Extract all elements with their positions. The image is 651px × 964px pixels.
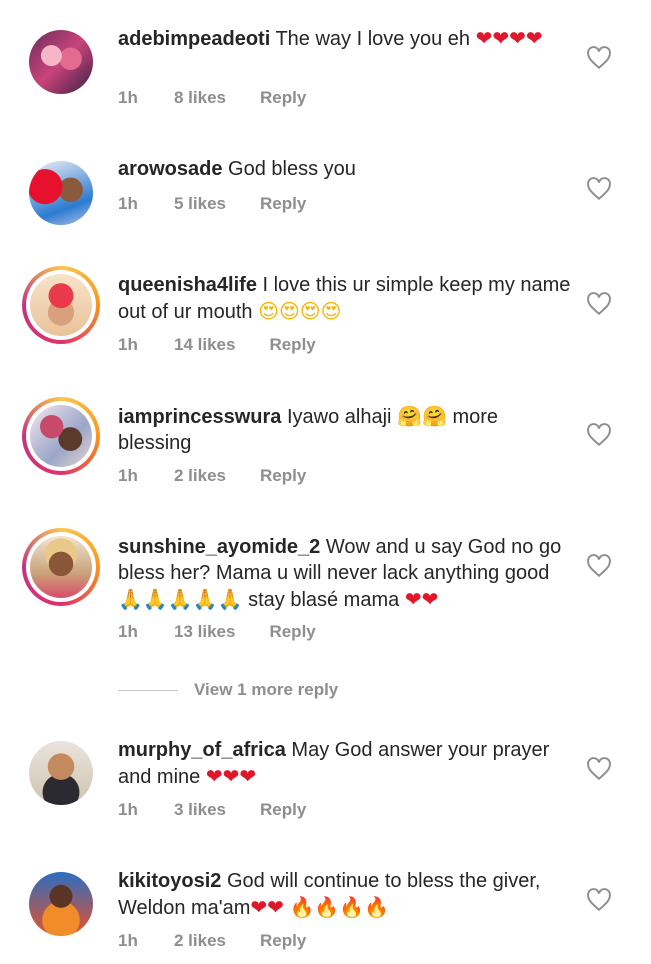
comment-emoji: 🙏🙏🙏🙏🙏 <box>118 587 243 611</box>
comment-username[interactable]: kikitoyosi2 <box>118 870 221 892</box>
comment-likes[interactable]: 13 likes <box>174 622 235 642</box>
heart-outline-icon[interactable] <box>586 888 612 912</box>
avatar[interactable] <box>29 872 93 936</box>
comment-meta: 1h 3 likes Reply <box>118 800 306 820</box>
comment-body: The way I love you eh <box>275 28 471 50</box>
reply-button[interactable]: Reply <box>260 800 306 820</box>
comment-time: 1h <box>118 466 138 485</box>
reply-button[interactable]: Reply <box>260 931 306 951</box>
comment-text: adebimpeadeoti The way I love you eh ❤❤❤… <box>118 25 573 52</box>
comment-time: 1h <box>118 622 138 641</box>
comment-text: iamprincesswura Iyawo alhaji 🤗🤗 more ble… <box>118 403 573 456</box>
reply-button[interactable]: Reply <box>260 88 306 108</box>
comment-meta: 1h 2 likes Reply <box>118 466 306 486</box>
avatar[interactable] <box>22 397 100 475</box>
divider <box>118 689 178 691</box>
comment-emoji: 😍😍😍😍 <box>258 299 342 323</box>
comment-meta: 1h 2 likes Reply <box>118 931 306 951</box>
avatar[interactable] <box>29 741 93 805</box>
comment-username[interactable]: sunshine_ayomide_2 <box>118 536 320 558</box>
comment-likes[interactable]: 14 likes <box>174 335 235 355</box>
view-more-replies-button[interactable]: View 1 more reply <box>118 680 338 700</box>
comment-likes[interactable]: 5 likes <box>174 194 226 214</box>
heart-outline-icon[interactable] <box>586 554 612 578</box>
comment-time: 1h <box>118 931 138 950</box>
comment-body-continued: stay blasé mama <box>248 589 400 611</box>
comment-time: 1h <box>118 335 138 354</box>
comment-meta: 1h 13 likes Reply <box>118 622 316 642</box>
comment-username[interactable]: iamprincesswura <box>118 406 281 428</box>
comment-username[interactable]: arowosade <box>118 158 222 180</box>
heart-outline-icon[interactable] <box>586 177 612 201</box>
view-more-replies-label: View 1 more reply <box>194 680 339 699</box>
avatar[interactable] <box>29 161 93 225</box>
comment-text: kikitoyosi2 God will continue to bless t… <box>118 868 573 921</box>
comment-likes[interactable]: 2 likes <box>174 466 226 486</box>
comment-time: 1h <box>118 800 138 819</box>
reply-button[interactable]: Reply <box>269 335 315 355</box>
comment-text: queenisha4life I love this ur simple kee… <box>118 272 573 325</box>
avatar[interactable] <box>22 528 100 606</box>
comment-meta: 1h 5 likes Reply <box>118 194 306 214</box>
comment-emoji: 🤗🤗 <box>397 404 447 428</box>
avatar[interactable] <box>29 30 93 94</box>
comment-emoji-trailing: 🔥🔥🔥🔥 <box>289 895 390 919</box>
reply-button[interactable]: Reply <box>260 466 306 486</box>
comment-body: Iyawo alhaji <box>286 406 392 428</box>
comment-text: sunshine_ayomide_2 Wow and u say God no … <box>118 534 573 613</box>
comment-meta: 1h 14 likes Reply <box>118 335 316 355</box>
reply-button[interactable]: Reply <box>260 194 306 214</box>
heart-outline-icon[interactable] <box>586 423 612 447</box>
comment-username[interactable]: murphy_of_africa <box>118 739 286 761</box>
comment-text: murphy_of_africa May God answer your pra… <box>118 737 573 790</box>
comment-likes[interactable]: 2 likes <box>174 931 226 951</box>
comment-emoji-trailing: ❤❤ <box>404 587 439 611</box>
comment-emoji: ❤❤❤ <box>205 764 257 788</box>
comment-body: God bless you <box>228 158 356 180</box>
comment-likes[interactable]: 3 likes <box>174 800 226 820</box>
comment-time: 1h <box>118 194 138 213</box>
comment-emoji: ❤❤ <box>250 895 284 919</box>
comment-likes[interactable]: 8 likes <box>174 88 226 108</box>
avatar[interactable] <box>22 266 100 344</box>
comment-time: 1h <box>118 88 138 107</box>
heart-outline-icon[interactable] <box>586 292 612 316</box>
comment-username[interactable]: adebimpeadeoti <box>118 28 270 50</box>
heart-outline-icon[interactable] <box>586 757 612 781</box>
comment-text: arowosade God bless you <box>118 156 573 182</box>
comment-meta: 1h 8 likes Reply <box>118 88 306 108</box>
comment-username[interactable]: queenisha4life <box>118 274 257 296</box>
heart-outline-icon[interactable] <box>586 46 612 70</box>
reply-button[interactable]: Reply <box>269 622 315 642</box>
comment-emoji: ❤❤❤❤ <box>475 26 543 50</box>
